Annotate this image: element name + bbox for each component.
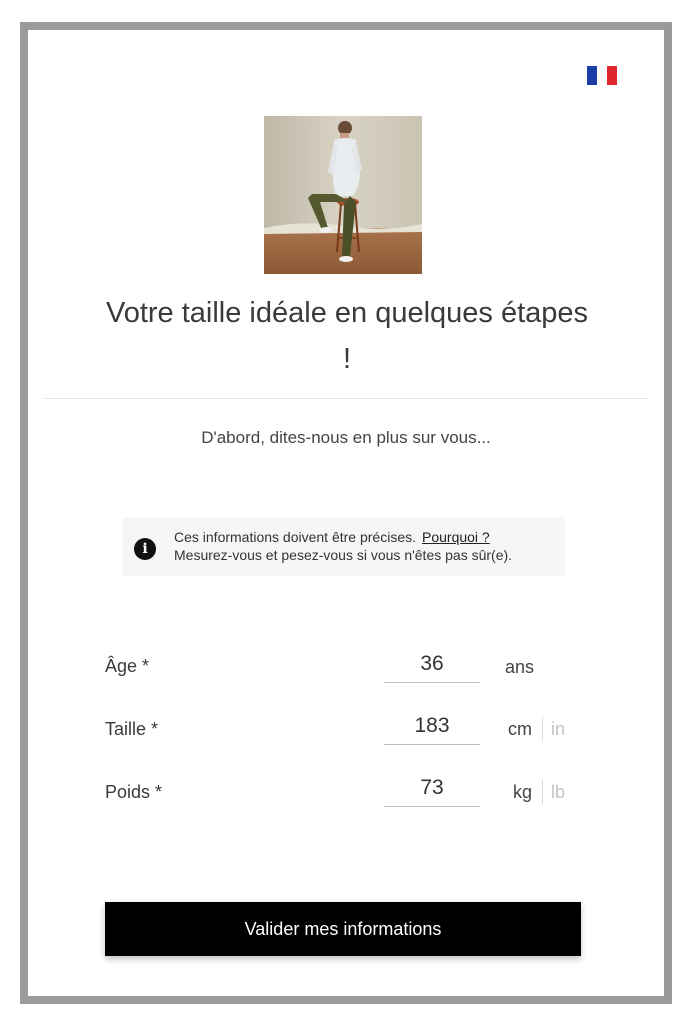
- info-icon: i: [134, 538, 156, 560]
- height-unit-in[interactable]: in: [551, 719, 565, 740]
- submit-button[interactable]: Valider mes informations: [105, 902, 581, 956]
- page-title: Votre taille idéale en quelques étapes !: [105, 297, 589, 375]
- model-photo: [264, 116, 422, 274]
- age-unit: ans: [505, 657, 535, 677]
- height-unit-cm[interactable]: cm: [508, 719, 532, 740]
- section-subtitle: D'abord, dites-nous en plus sur vous...: [201, 428, 491, 447]
- divider: [43, 398, 649, 399]
- flag-blue-stripe: [587, 66, 597, 85]
- flag-red-stripe: [607, 66, 617, 85]
- info-text: Ces informations doivent être précises. P…: [174, 528, 512, 564]
- french-flag-icon[interactable]: [587, 66, 617, 85]
- weight-unit-lb[interactable]: lb: [551, 782, 565, 803]
- weight-input[interactable]: [384, 770, 480, 807]
- why-link[interactable]: Pourquoi ?: [422, 529, 490, 545]
- flag-white-stripe: [597, 66, 607, 85]
- info-line2: Mesurez-vous et pesez-vous si vous n'ête…: [174, 547, 513, 563]
- age-input[interactable]: [384, 646, 480, 683]
- info-notice: i Ces informations doivent être précises…: [122, 518, 565, 576]
- height-input[interactable]: [384, 708, 480, 745]
- info-line1: Ces informations doivent être précises.: [174, 529, 416, 545]
- unit-separator: [542, 780, 543, 804]
- unit-separator: [542, 717, 543, 741]
- weight-unit-kg[interactable]: kg: [513, 782, 532, 803]
- weight-label: Poids *: [105, 782, 163, 802]
- age-label: Âge *: [105, 656, 150, 676]
- height-label: Taille *: [105, 719, 159, 739]
